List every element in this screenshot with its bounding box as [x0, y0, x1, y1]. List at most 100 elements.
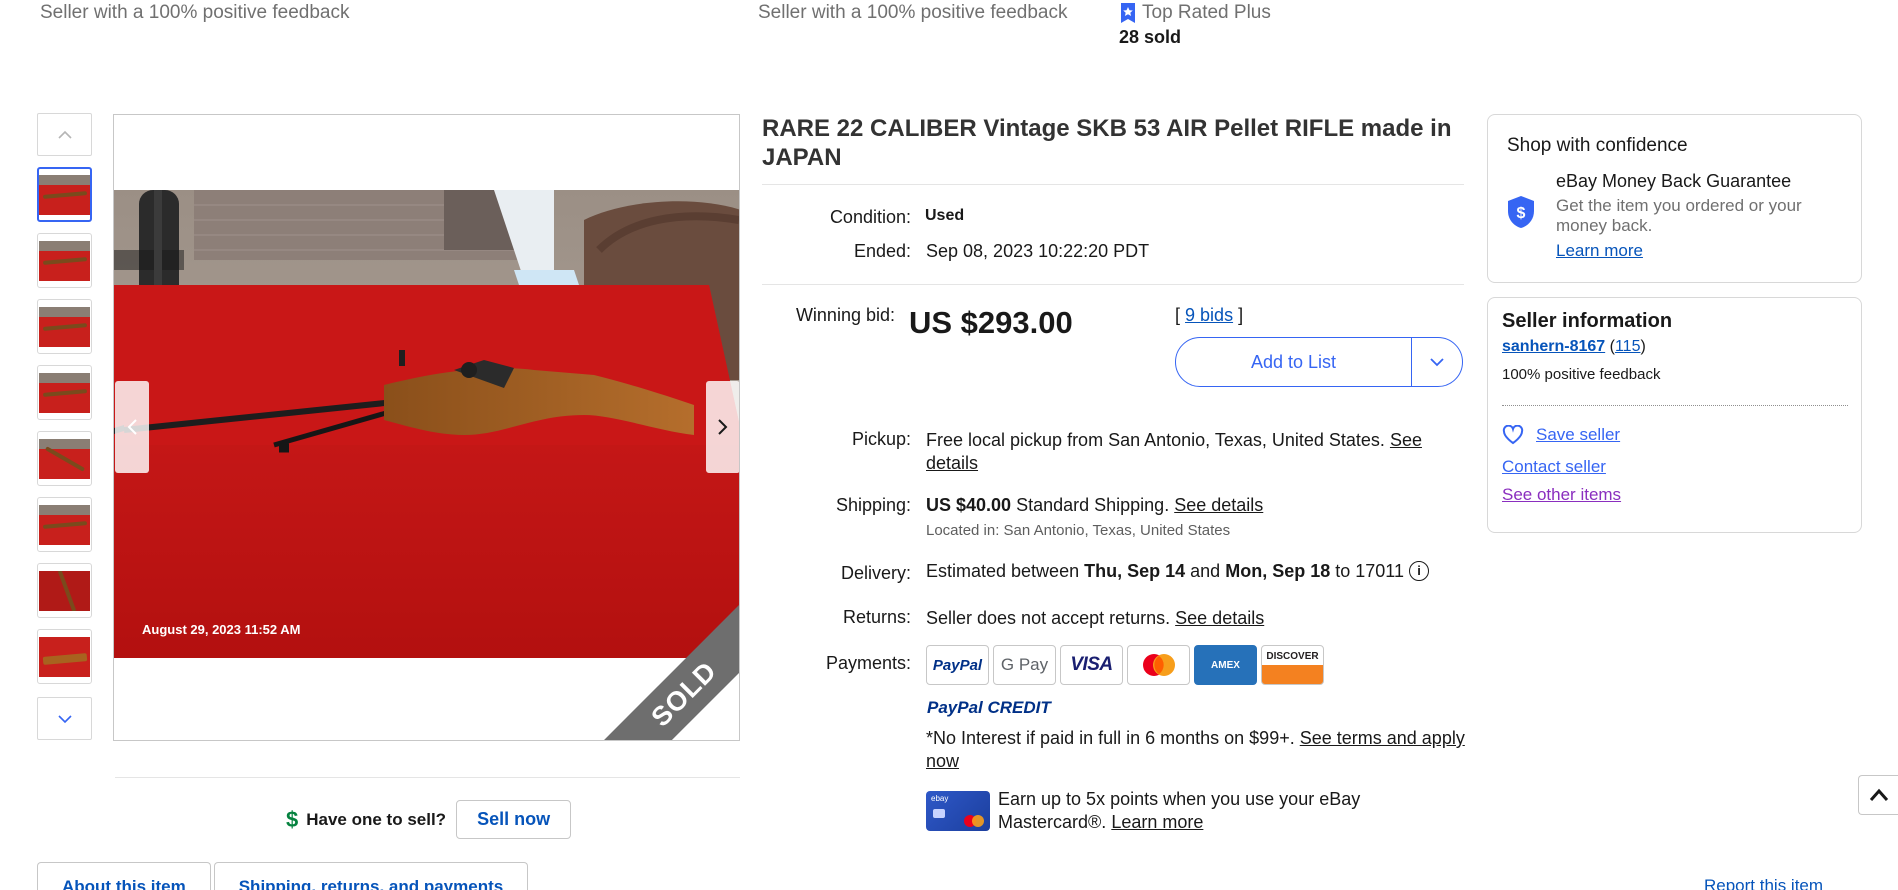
visa-logo: VISA — [1060, 645, 1123, 685]
shipping-value: US $40.00 Standard Shipping. See details — [926, 495, 1263, 516]
photo-timestamp: August 29, 2023 11:52 AM — [142, 622, 301, 637]
located-in: Located in: San Antonio, Texas, United S… — [926, 522, 1231, 539]
main-image-viewer[interactable]: August 29, 2023 11:52 AM SOLD — [113, 114, 740, 741]
dollar-icon: $ — [286, 806, 299, 832]
shipping-see-details-link[interactable]: See details — [1174, 495, 1263, 515]
arrow-up-icon — [1869, 788, 1888, 801]
amex-logo: AMEX — [1194, 645, 1257, 685]
thumbnail-3[interactable] — [37, 299, 92, 354]
item-tabs: About this item Shipping, returns, and p… — [37, 862, 531, 890]
shield-icon: $ — [1508, 196, 1534, 228]
guarantee-learn-more-link[interactable]: Learn more — [1556, 241, 1643, 261]
top-rated-icon — [1121, 3, 1135, 23]
image-divider — [115, 777, 740, 778]
contact-seller-link[interactable]: Contact seller — [1502, 457, 1606, 477]
pickup-text: Free local pickup from San Antonio, Texa… — [926, 430, 1385, 450]
gpay-logo: G Pay — [993, 645, 1056, 685]
add-to-list-dropdown[interactable] — [1412, 338, 1462, 386]
see-other-items-link[interactable]: See other items — [1502, 485, 1621, 505]
winning-bid-label: Winning bid: — [795, 305, 895, 325]
condition-label: Condition: — [829, 207, 911, 227]
thumbs-up-button[interactable] — [37, 113, 92, 156]
sell-now-button[interactable]: Sell now — [456, 800, 572, 839]
card-brand: ebay — [931, 794, 949, 803]
next-image-button[interactable] — [706, 381, 739, 473]
thumbnail-4[interactable] — [37, 365, 92, 420]
earn-learn-more-link[interactable]: Learn more — [1111, 812, 1203, 832]
winning-price: US $293.00 — [909, 305, 1073, 340]
save-seller-row[interactable]: Save seller — [1502, 425, 1620, 445]
bids-link[interactable]: 9 bids — [1185, 305, 1233, 325]
credit-text: *No Interest if paid in full in 6 months… — [926, 728, 1295, 748]
shipping-label: Shipping: — [835, 495, 911, 515]
seller-name-row: sanhern-8167 (115) — [1502, 338, 1646, 356]
mastercard-icon — [1142, 654, 1175, 676]
delivery-label: Delivery: — [840, 563, 911, 583]
prev-image-button[interactable] — [115, 381, 149, 473]
guarantee-text: Get the item you ordered or your money b… — [1556, 196, 1802, 235]
thumbnail-6[interactable] — [37, 497, 92, 552]
delivery-from: Thu, Sep 14 — [1084, 561, 1186, 581]
rifle-photo-image — [114, 190, 739, 658]
ended-label: Ended: — [853, 241, 911, 261]
returns-label: Returns: — [842, 607, 911, 627]
tab-shipping-returns-payments[interactable]: Shipping, returns, and payments — [213, 862, 529, 890]
shipping-type: Standard Shipping. — [1016, 495, 1170, 515]
have-one-to-sell: $ Have one to sell? Sell now — [286, 800, 572, 839]
condition-value: Used — [925, 207, 965, 224]
mastercard-offer: Earn up to 5x points when you use your e… — [998, 788, 1418, 834]
back-to-top-button[interactable] — [1858, 775, 1898, 815]
thumbs-down-button[interactable] — [37, 697, 92, 740]
paypal-logo: PayPal — [926, 645, 989, 685]
shop-with-confidence-box: Shop with confidence $ eBay Money Back G… — [1487, 114, 1862, 283]
bids-bracket-open: [ — [1175, 305, 1181, 325]
top-rated-badge: Top Rated Plus — [1118, 2, 1271, 24]
item-photo: August 29, 2023 11:52 AM — [114, 190, 739, 658]
delivery-to: Mon, Sep 18 — [1225, 561, 1331, 581]
seller-info-heading: Seller information — [1502, 310, 1673, 332]
score-close: ) — [1640, 338, 1646, 355]
info-icon[interactable]: i — [1409, 561, 1430, 581]
thumbnail-8[interactable] — [37, 629, 92, 684]
chevron-down-icon — [1430, 358, 1444, 367]
seller-name-link[interactable]: sanhern-8167 — [1502, 338, 1605, 355]
chevron-up-icon — [57, 130, 72, 139]
thumbnail-list — [37, 167, 92, 684]
seller-divider — [1502, 405, 1848, 406]
payment-methods: PayPal G Pay VISA AMEX DISCOVER — [926, 645, 1324, 685]
item-title: RARE 22 CALIBER Vintage SKB 53 AIR Pelle… — [762, 115, 1452, 171]
pickup-value: Free local pickup from San Antonio, Texa… — [926, 429, 1466, 475]
svg-text:$: $ — [1517, 205, 1526, 222]
add-to-list-button[interactable]: Add to List — [1176, 338, 1412, 386]
thumbnail-2[interactable] — [37, 233, 92, 288]
top-rated-label: Top Rated Plus — [1142, 2, 1271, 23]
seller-score-link[interactable]: 115 — [1615, 338, 1641, 355]
mastercard-logo — [1127, 645, 1190, 685]
chevron-left-icon — [127, 419, 137, 435]
guarantee-title: eBay Money Back Guarantee — [1556, 171, 1792, 191]
shipping-price: US $40.00 — [926, 495, 1012, 515]
bids-bracket-close: ] — [1238, 305, 1244, 325]
heart-icon — [1502, 425, 1524, 445]
confidence-heading: Shop with confidence — [1507, 135, 1688, 156]
report-item-link[interactable]: Report this item — [1704, 876, 1823, 890]
sold-count: 28 sold — [1119, 27, 1182, 47]
thumbnail-5[interactable] — [37, 431, 92, 486]
paypal-credit-logo: PayPal CREDIT — [927, 698, 1051, 717]
ended-value: Sep 08, 2023 10:22:20 PDT — [926, 241, 1150, 261]
save-seller-link[interactable]: Save seller — [1536, 425, 1620, 445]
thumbnail-1[interactable] — [37, 167, 92, 222]
pickup-label: Pickup: — [851, 429, 911, 449]
delivery-value: Estimated between Thu, Sep 14 and Mon, S… — [926, 561, 1430, 582]
delivery-and: and — [1190, 561, 1221, 581]
seller-feedback: 100% positive feedback — [1502, 366, 1661, 383]
thumbnail-7[interactable] — [37, 563, 92, 618]
tab-about-this-item[interactable]: About this item — [37, 862, 211, 890]
paypal-credit-offer: *No Interest if paid in full in 6 months… — [926, 727, 1466, 773]
have-one-label: Have one to sell? — [306, 809, 447, 829]
bids-count: [ 9 bids ] — [1175, 305, 1243, 326]
returns-value: Seller does not accept returns. See deta… — [926, 608, 1264, 629]
returns-see-details-link[interactable]: See details — [1175, 608, 1264, 628]
returns-text: Seller does not accept returns. — [926, 608, 1171, 628]
payments-label: Payments: — [825, 653, 911, 673]
